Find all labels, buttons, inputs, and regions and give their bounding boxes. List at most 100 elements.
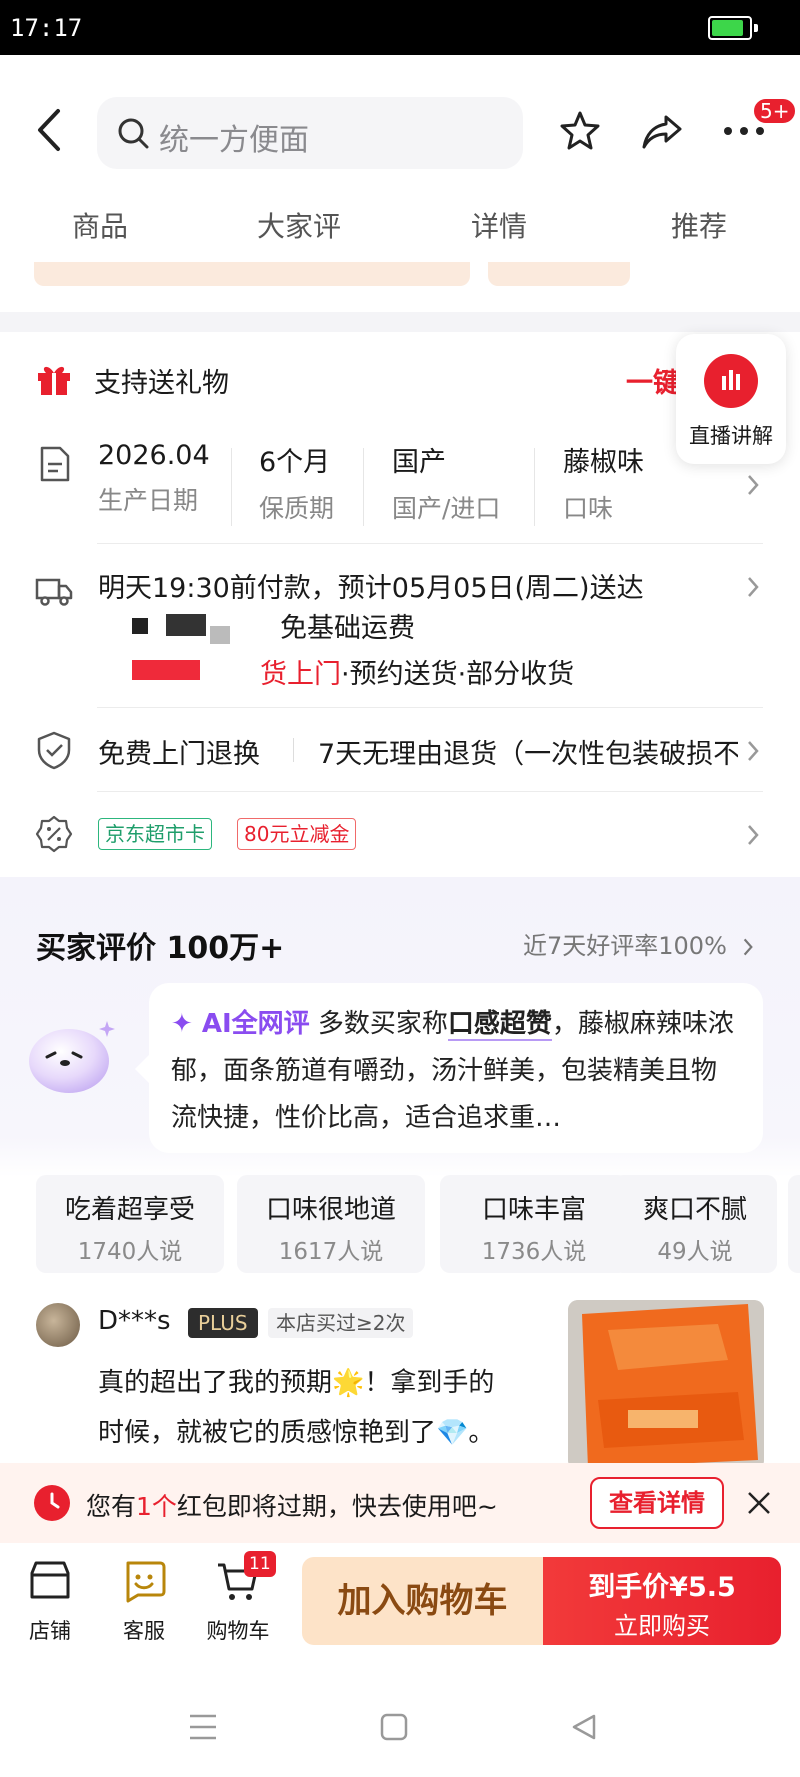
review-text-line: 时候，就被它的质感惊艳到了💎。 [98, 1418, 495, 1448]
review-chip[interactable]: 爽口不腻 49人说 [613, 1175, 777, 1273]
menu-icon[interactable] [188, 1713, 218, 1741]
spec-value: 国产 [392, 447, 446, 478]
review-chip-count: 1736人说 [481, 1239, 587, 1265]
review-chip[interactable]: 吃着超享受 1740人说 [36, 1175, 224, 1273]
back-arrow-icon [38, 109, 60, 151]
spec-key: 国产/进口 [392, 494, 501, 523]
reviewer-name[interactable]: D***s [98, 1306, 171, 1336]
ai-summary-highlight: 口感超赞 [447, 1009, 552, 1041]
delivery-row[interactable]: 明天19:30前付款，预计05月05日(周二)送达 免基础运费 货上门 ·预约送… [0, 560, 800, 690]
review-photo[interactable] [568, 1300, 764, 1470]
review-text[interactable]: 真的超出了我的预期🌟！拿到手的 时候，就被它的质感惊艳到了💎。 [98, 1358, 548, 1458]
spec-key: 口味 [563, 494, 614, 523]
status-bar: 17:17 [0, 0, 800, 55]
promo-chip-clipped [34, 262, 470, 286]
review-chip[interactable]: 口味很地道 1617人说 [237, 1175, 425, 1273]
spec-value: 2026.04 [98, 440, 210, 471]
coupon-count: 1个 [136, 1492, 177, 1521]
avatar[interactable] [36, 1303, 80, 1347]
cart-icon: 11 [214, 1551, 276, 1605]
spec-row[interactable]: 2026.04 生产日期 6个月 保质期 国产 国产/进口 藤椒味 口味 [0, 440, 800, 536]
battery-nub [754, 24, 758, 32]
add-to-cart-button[interactable]: 加入购物车 [302, 1557, 543, 1645]
more-dots-icon [724, 127, 764, 135]
ai-summary-text: 多数买家称 [309, 1009, 448, 1039]
section-divider [0, 312, 800, 332]
supermarket-card-tag: 京东超市卡 [98, 818, 212, 850]
shield-check-icon [37, 731, 71, 770]
review-chip-count: 1740人说 [77, 1239, 183, 1265]
reviews-title[interactable]: 买家评价 100万+ [36, 923, 284, 967]
chevron-right-icon [748, 475, 759, 495]
shop-label: 店铺 [29, 1619, 71, 1643]
spec-key: 保质期 [259, 494, 335, 523]
search-icon [118, 118, 149, 149]
review-chip[interactable]: 口味丰富 1736人说 [440, 1175, 628, 1273]
discount-badge-icon [35, 815, 73, 853]
share-button[interactable] [634, 103, 690, 159]
ai-review-summary[interactable]: ✦ AI全网评 多数买家称口感超赞，藤椒麻辣味浓郁，面条筋道有嚼劲，汤汁鲜美，包… [135, 983, 763, 1153]
divider [97, 707, 763, 708]
spec-value: 藤椒味 [563, 447, 644, 478]
back-triangle-icon[interactable] [570, 1713, 598, 1741]
tab-reviews[interactable]: 大家评 [257, 205, 341, 245]
clock-hands-icon [50, 1492, 60, 1509]
returns-detail: 7天无理由退货（一次性包装破损不 [318, 739, 738, 770]
status-time: 17:17 [10, 14, 83, 42]
divider [97, 543, 763, 544]
spec-divider [231, 448, 232, 526]
cart-button[interactable]: 11 购物车 [198, 1551, 278, 1645]
spec-origin: 国产 国产/进口 [392, 440, 500, 525]
review-chip-label: 口味很地道 [265, 1195, 396, 1225]
promo-chip-clipped [488, 262, 630, 286]
back-button[interactable] [30, 105, 70, 155]
gift-icon [38, 366, 70, 395]
star-icon [560, 111, 600, 150]
spec-divider [534, 448, 535, 526]
bottom-action-bar: 店铺 客服 11 购物车 加入购物车 到手价¥5.5 立即购买 [0, 1543, 800, 1683]
tab-recommend[interactable]: 推荐 [671, 205, 727, 245]
plus-badge: PLUS [188, 1308, 258, 1338]
shop-button[interactable]: 店铺 [10, 1557, 90, 1645]
search-placeholder: 统一方便面 [159, 123, 309, 158]
coupon-msg-post: 红包即将过期，快去使用吧~ [176, 1492, 498, 1521]
review-chip-count: 1617人说 [278, 1239, 384, 1265]
favorite-button[interactable] [552, 103, 608, 159]
truck-icon [35, 578, 73, 606]
view-details-button[interactable]: 查看详情 [590, 1477, 724, 1529]
spec-flavor: 藤椒味 口味 [563, 440, 644, 525]
buy-now-label: 立即购买 [614, 1612, 710, 1640]
returns-row[interactable]: 免费上门退换 7天无理由退货（一次性包装破损不 [0, 728, 800, 772]
search-input[interactable]: 统一方便面 [97, 97, 523, 169]
good-rating-rate[interactable]: 近7天好评率100% [523, 926, 755, 961]
delivery-eta: 明天19:30前付款，预计05月05日(周二)送达 [98, 573, 644, 604]
review-text-line: 真的超出了我的预期🌟！拿到手的 [98, 1368, 495, 1398]
blurred-address [98, 612, 258, 644]
store-icon [30, 1561, 70, 1599]
home-icon[interactable] [380, 1713, 408, 1741]
final-price: 到手价¥5.5 [588, 1572, 736, 1603]
spec-production-date: 2026.04 生产日期 [98, 440, 210, 517]
live-bars-icon [722, 370, 740, 390]
delivery-service-highlight: 货上门 [260, 659, 341, 690]
delivery-options: ·预约送货·部分收货 [341, 659, 575, 690]
spec-shelf-life: 6个月 保质期 [259, 440, 334, 525]
discount-tag: 80元立减金 [237, 818, 357, 850]
tab-product[interactable]: 商品 [72, 205, 128, 245]
tab-details[interactable]: 详情 [471, 205, 527, 245]
noodle-package-image [568, 1300, 764, 1470]
divider [293, 738, 294, 762]
cart-label: 购物车 [206, 1619, 270, 1643]
top-bar: 统一方便面 5+ [0, 55, 800, 205]
system-nav-bar [0, 1683, 800, 1777]
customer-service-button[interactable]: 客服 [104, 1557, 184, 1645]
battery-icon [708, 16, 758, 40]
message-badge: 5+ [752, 97, 798, 125]
clock-icon [34, 1485, 70, 1521]
buy-now-button[interactable]: 到手价¥5.5 立即购买 [543, 1557, 781, 1645]
close-icon[interactable] [745, 1489, 773, 1517]
ai-mascot-icon [29, 1021, 115, 1093]
blurred-service [132, 660, 200, 680]
cart-count-badge: 11 [244, 1551, 276, 1577]
spec-value: 6个月 [259, 447, 331, 478]
